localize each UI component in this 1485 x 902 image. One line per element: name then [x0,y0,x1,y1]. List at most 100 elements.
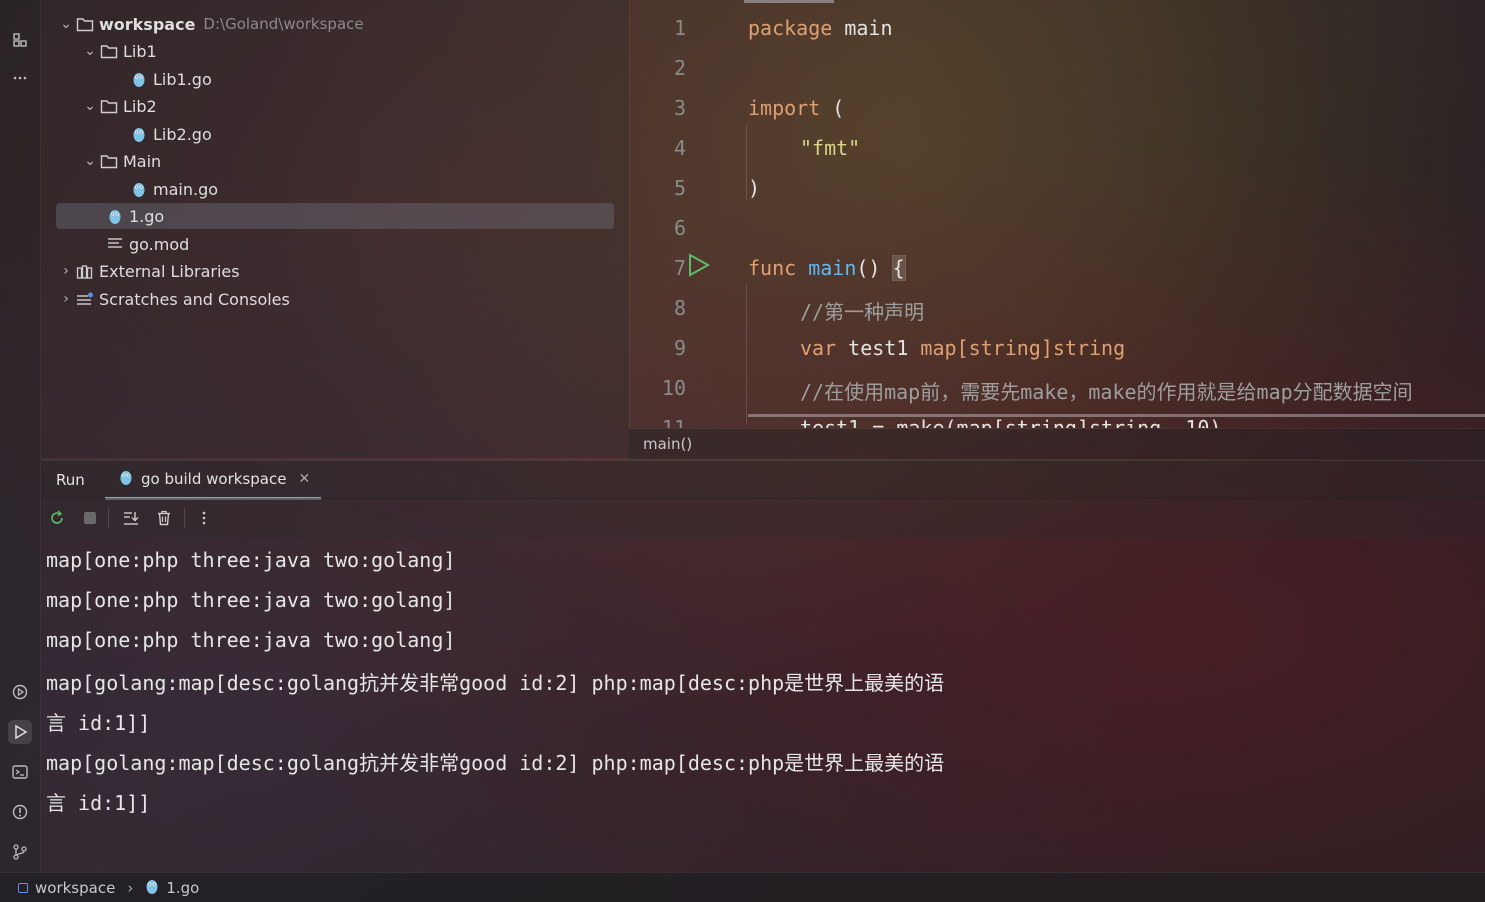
folder-icon [75,15,95,33]
code-line-4: "fmt" [800,136,861,160]
close-icon[interactable]: ✕ [298,471,310,487]
status-bar: workspace › 1.go [0,872,1485,902]
terminal-icon[interactable] [8,760,32,784]
tree-item-scratches[interactable]: › Scratches and Consoles [57,286,290,312]
run-panel-header: Run go build workspace ✕ [41,460,1485,500]
scroll-to-end-icon[interactable] [121,508,141,528]
gopher-icon [129,70,149,88]
line-number: 7 [673,256,686,280]
run-toolbar [41,498,1485,539]
chevron-right-icon: › [127,879,134,897]
tree-item-lib2[interactable]: ⌄ Lib2 [81,93,157,119]
code-line-3: import ( [748,96,845,120]
gopher-icon [129,180,149,198]
console-line: 言 id:1]] [46,791,151,815]
scratches-icon [75,290,95,308]
tree-item-lib1-go[interactable]: Lib1.go [129,66,212,92]
more-icon[interactable] [8,66,32,90]
rerun-icon[interactable] [47,508,67,528]
gopher-icon [105,207,125,225]
chevron-right-icon[interactable]: › [57,263,75,279]
tree-item-label: Lib2 [123,96,157,116]
tree-item-label: main.go [153,179,219,199]
indent-guide [746,285,747,425]
trash-icon[interactable] [154,508,174,528]
line-number: 1 [673,16,686,40]
more-options-icon[interactable] [194,508,214,528]
git-icon[interactable] [8,840,32,864]
code-line-7: func main() { [748,255,906,281]
services-icon[interactable] [8,680,32,704]
tree-item-label: Lib1 [123,41,157,61]
stop-icon[interactable] [80,508,100,528]
breadcrumb-function[interactable]: main() [643,435,692,453]
structure-icon[interactable] [8,28,32,52]
line-number: 2 [673,56,686,80]
chevron-down-icon[interactable]: ⌄ [57,16,75,32]
console-line: map[one:php three:java two:golang] [46,548,456,572]
folder-icon [99,152,119,170]
editor-scroll-indicator [744,0,834,3]
editor-breadcrumb[interactable]: main() [629,428,1485,459]
indent-guide [746,125,747,200]
tree-item-label: Lib2.go [153,124,212,144]
library-icon [75,262,95,280]
tree-item-workspace[interactable]: ⌄ workspace D:\Goland\workspace [57,11,364,37]
gopher-icon [119,469,133,490]
line-number: 3 [673,96,686,120]
tree-item-label: 1.go [129,206,165,226]
console-line: map[one:php three:java two:golang] [46,628,456,652]
tree-item-label: go.mod [129,234,190,254]
code-line-11: test1 = make(map[string]string, 10) [800,416,1222,428]
folder-icon [99,97,119,115]
tree-item-label: External Libraries [99,261,240,281]
gopher-icon [129,125,149,143]
text-file-icon [105,235,125,253]
problems-icon[interactable] [8,800,32,824]
horizontal-scrollbar[interactable] [748,414,1485,417]
code-editor[interactable]: 1 2 3 4 5 6 7 8 9 10 11 package main imp… [629,0,1485,428]
line-number: 8 [673,296,686,320]
console-line: map[golang:map[desc:golang抗并发非常good id:2… [46,751,945,775]
toolbar-divider [108,508,109,528]
tree-item-1-go[interactable]: 1.go [105,203,164,229]
tree-item-label: Main [123,151,162,171]
tree-item-label: Scratches and Consoles [99,289,290,309]
tree-item-path: D:\Goland\workspace [203,15,364,33]
tree-item-external-libraries[interactable]: › External Libraries [57,258,240,284]
toolbar-divider [184,508,185,528]
run-tab-label: go build workspace [141,470,287,488]
run-gutter-icon[interactable] [687,252,711,278]
run-console-output[interactable]: map[one:php three:java two:golang] map[o… [41,538,1485,872]
console-line: 言 id:1]] [46,711,151,735]
run-panel-title: Run [56,471,85,489]
line-number: 6 [673,216,686,240]
chevron-right-icon[interactable]: › [57,291,75,307]
status-project[interactable]: workspace [35,879,115,897]
tree-item-main-go[interactable]: main.go [129,176,218,202]
status-file[interactable]: 1.go [166,879,199,897]
code-line-10: //在使用map前，需要先make，make的作用就是给map分配数据空间 [800,380,1413,404]
chevron-down-icon[interactable]: ⌄ [81,98,99,114]
console-line: map[golang:map[desc:golang抗并发非常good id:2… [46,671,945,695]
line-number: 5 [673,176,686,200]
run-tab-go-build[interactable]: go build workspace ✕ [105,461,321,500]
folder-icon [99,42,119,60]
console-line: map[one:php three:java two:golang] [46,588,456,612]
line-number: 10 [661,376,686,400]
run-window-icon[interactable] [8,720,32,744]
code-line-8: //第一种声明 [800,300,925,324]
line-number: 4 [673,136,686,160]
chevron-down-icon[interactable]: ⌄ [81,43,99,59]
tree-item-main[interactable]: ⌄ Main [81,148,161,174]
code-line-9: var test1 map[string]string [800,336,1126,360]
tree-item-go-mod[interactable]: go.mod [105,231,189,257]
code-line-5: ) [748,176,761,200]
code-line-1: package main [748,16,893,40]
tree-item-lib1[interactable]: ⌄ Lib1 [81,38,157,64]
line-number: 9 [673,336,686,360]
tool-window-strip [0,0,41,872]
chevron-down-icon[interactable]: ⌄ [81,153,99,169]
tree-item-label: workspace [99,14,196,34]
tree-item-lib2-go[interactable]: Lib2.go [129,121,212,147]
